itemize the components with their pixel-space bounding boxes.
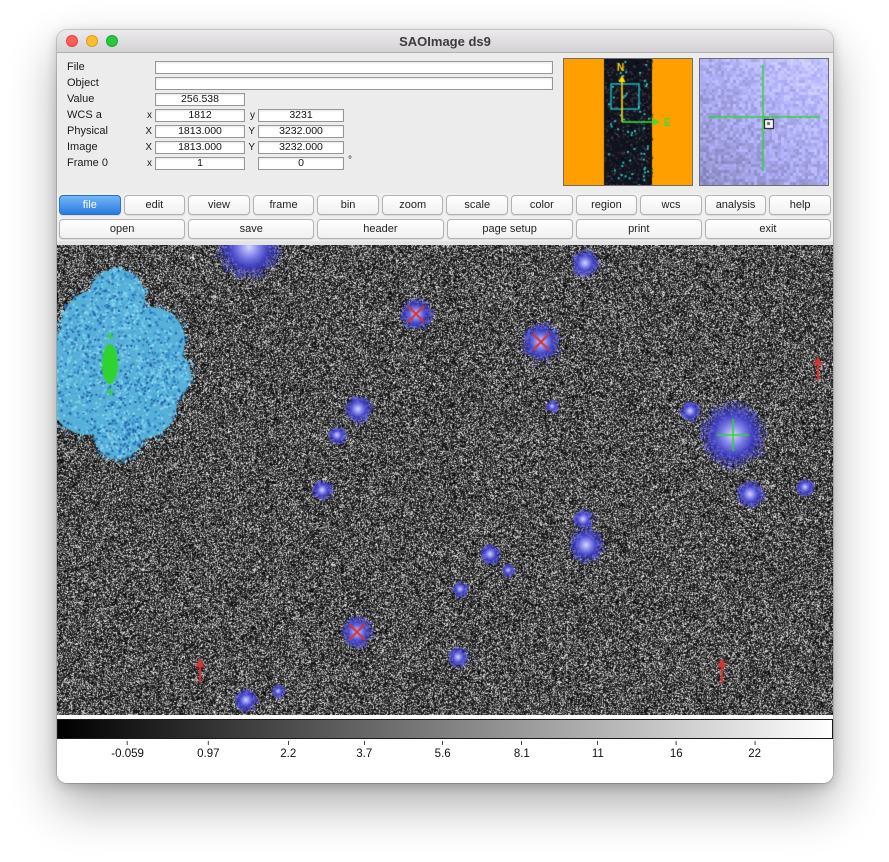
physical-y-label: Y (245, 126, 258, 137)
magnifier-canvas (700, 59, 828, 185)
image-y-field[interactable]: 3232.000 (258, 141, 344, 154)
colorbar-tick: 3.7 (356, 741, 372, 760)
image-y-label: Y (245, 142, 258, 153)
command-button-row: open save header page setup print exit (57, 217, 833, 241)
image-label: Image (67, 141, 142, 153)
colorbar-tick: -0.059 (111, 741, 144, 760)
zoom-button[interactable] (106, 35, 118, 47)
frame-rotation-field[interactable]: 0 (258, 157, 344, 170)
close-button[interactable] (66, 35, 78, 47)
colorbar-section: -0.059 0.97 2.2 3.7 5.6 8.1 11 16 22 (57, 715, 833, 783)
colorbar-tick: 11 (592, 741, 604, 760)
print-button[interactable]: print (576, 219, 702, 239)
magnifier (699, 58, 829, 186)
exit-button[interactable]: exit (705, 219, 831, 239)
panner-canvas[interactable] (564, 59, 692, 185)
menu-analysis[interactable]: analysis (705, 195, 767, 215)
menu-zoom[interactable]: zoom (382, 195, 444, 215)
file-field[interactable] (155, 61, 553, 74)
colorbar-tick: 5.6 (435, 741, 451, 760)
frame-label: Frame 0 (67, 157, 142, 169)
ds9-window: SAOImage ds9 File Object Value 256.538 W… (57, 30, 833, 783)
menu-help[interactable]: help (769, 195, 831, 215)
colorbar-tick: 16 (670, 741, 683, 760)
image-canvas[interactable] (57, 245, 833, 715)
colorbar-tick: 22 (748, 741, 761, 760)
menu-scale[interactable]: scale (446, 195, 508, 215)
object-field[interactable] (155, 77, 553, 90)
info-panel: File Object Value 256.538 WCS a x 1812 y… (57, 53, 833, 193)
image-area (57, 241, 833, 715)
colorbar-labels: -0.059 0.97 2.2 3.7 5.6 8.1 11 16 22 (57, 739, 833, 775)
open-button[interactable]: open (59, 219, 185, 239)
traffic-lights (66, 35, 118, 47)
menu-file[interactable]: file (59, 195, 121, 215)
physical-x-field[interactable]: 1813.000 (155, 125, 245, 138)
menu-frame[interactable]: frame (253, 195, 315, 215)
physical-y-field[interactable]: 3232.000 (258, 125, 344, 138)
object-label: Object (67, 77, 142, 89)
wcs-y-field[interactable]: 3231 (258, 109, 344, 122)
panner[interactable] (563, 58, 693, 186)
physical-label: Physical (67, 125, 142, 137)
wcs-label: WCS a (67, 109, 142, 121)
menu-button-row: file edit view frame bin zoom scale colo… (57, 193, 833, 217)
image-x-field[interactable]: 1813.000 (155, 141, 245, 154)
wcs-x-label: x (142, 110, 155, 121)
titlebar[interactable]: SAOImage ds9 (57, 30, 833, 53)
menu-edit[interactable]: edit (124, 195, 186, 215)
wcs-x-field[interactable]: 1812 (155, 109, 245, 122)
image-x-label: X (142, 142, 155, 153)
save-button[interactable]: save (188, 219, 314, 239)
colorbar[interactable] (57, 719, 833, 739)
menu-wcs[interactable]: wcs (640, 195, 702, 215)
physical-x-label: X (142, 126, 155, 137)
frame-x-field[interactable]: 1 (155, 157, 245, 170)
menu-view[interactable]: view (188, 195, 250, 215)
page-setup-button[interactable]: page setup (447, 219, 573, 239)
minimize-button[interactable] (86, 35, 98, 47)
colorbar-tick: 8.1 (514, 741, 530, 760)
value-label: Value (67, 93, 142, 105)
menu-region[interactable]: region (576, 195, 638, 215)
value-field[interactable]: 256.538 (155, 93, 245, 106)
wcs-y-label: y (245, 110, 258, 121)
header-button[interactable]: header (317, 219, 443, 239)
menu-bin[interactable]: bin (317, 195, 379, 215)
menu-color[interactable]: color (511, 195, 573, 215)
file-label: File (67, 61, 142, 73)
frame-x-label: x (142, 158, 155, 169)
colorbar-tick: 2.2 (280, 741, 296, 760)
colorbar-tick: 0.97 (197, 741, 219, 760)
degree-symbol: ° (348, 155, 352, 166)
window-title: SAOImage ds9 (399, 34, 491, 49)
